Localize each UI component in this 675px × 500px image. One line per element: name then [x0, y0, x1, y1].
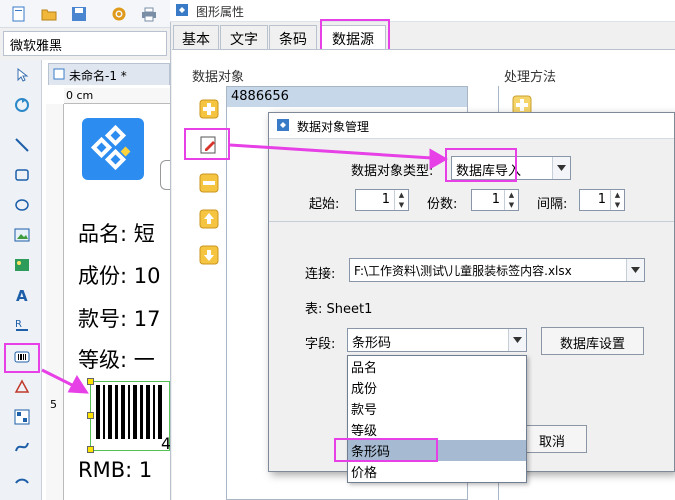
annotation-arrows	[41, 143, 449, 394]
